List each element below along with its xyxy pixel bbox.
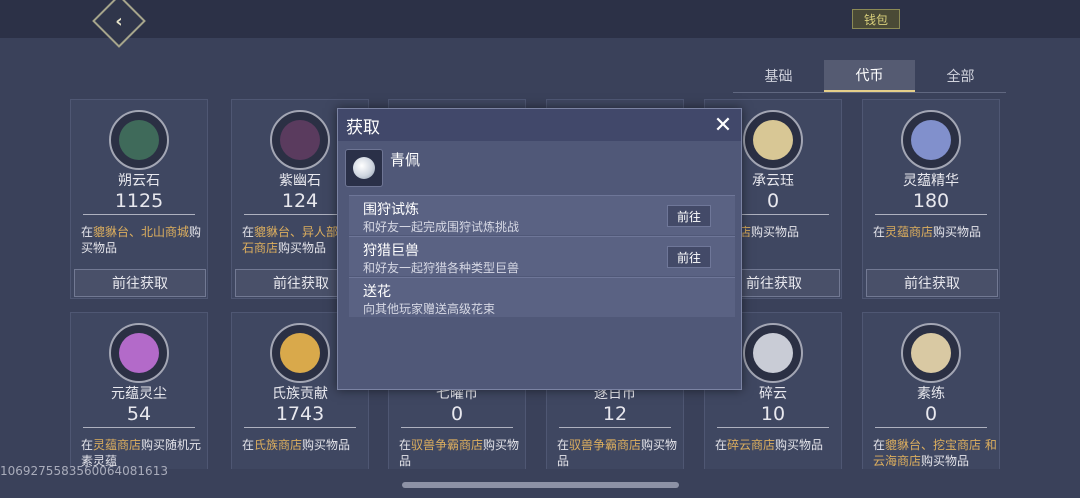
- currency-icon: [109, 110, 169, 170]
- currency-count: 12: [559, 403, 671, 428]
- currency-icon: [109, 323, 169, 383]
- currency-desc: 在貔貅台、挖宝商店 和云海商店购买物品: [873, 438, 997, 468]
- currency-card: 素练 0 在貔貅台、挖宝商店 和云海商店购买物品: [862, 312, 1000, 469]
- currency-desc: 在灵蕴商店购买物品: [873, 225, 982, 239]
- source-desc: 向其他玩家赠送高级花束: [363, 302, 496, 316]
- source-title: 狩猎巨兽: [363, 243, 419, 259]
- wallet-button[interactable]: 钱包: [852, 9, 900, 29]
- currency-icon: [270, 323, 330, 383]
- source-row: 送花 向其他玩家赠送高级花束: [349, 277, 735, 317]
- scroll-indicator[interactable]: [402, 482, 679, 488]
- go-button[interactable]: 前往: [667, 246, 711, 268]
- chevron-left-icon: ‹: [115, 10, 123, 32]
- item-name: 青佩: [390, 151, 421, 169]
- currency-icon: [743, 323, 803, 383]
- currency-count: 1743: [244, 403, 356, 428]
- tab-currency[interactable]: 代币: [824, 60, 915, 92]
- source-row: 围狩试炼 和好友一起完成围狩试炼挑战 前往: [349, 195, 735, 235]
- modal-title: 获取: [346, 117, 380, 138]
- go-button[interactable]: 前往: [667, 205, 711, 227]
- currency-icon: [901, 110, 961, 170]
- obtain-modal: 获取 ✕ 青佩 围狩试炼 和好友一起完成围狩试炼挑战 前往 狩猎巨兽 和好友一起…: [337, 108, 742, 390]
- currency-count: 180: [875, 190, 987, 215]
- source-desc: 和好友一起狩猎各种类型巨兽: [363, 261, 520, 275]
- tab-all[interactable]: 全部: [915, 60, 1006, 92]
- source-row: 狩猎巨兽 和好友一起狩猎各种类型巨兽 前往: [349, 236, 735, 276]
- watermark-text: 1069275583560064081613: [0, 464, 168, 478]
- go-obtain-button[interactable]: 前往获取: [74, 269, 206, 297]
- currency-desc: 在碎云商店购买物品: [715, 438, 824, 452]
- currency-desc: 在驭兽争霸商店购买物品: [557, 438, 678, 468]
- currency-count: 0: [875, 403, 987, 428]
- currency-card: 朔云石 1125 在貔貅台、北山商城购买物品 前往获取: [70, 99, 208, 299]
- source-desc: 和好友一起完成围狩试炼挑战: [363, 220, 520, 234]
- currency-count: 10: [717, 403, 829, 428]
- currency-desc: 在氏族商店购买物品: [242, 438, 351, 452]
- close-icon[interactable]: ✕: [711, 113, 735, 138]
- source-title: 送花: [363, 284, 391, 300]
- back-button[interactable]: ‹: [92, 0, 146, 48]
- currency-card: 元蕴灵尘 54 在灵蕴商店购买随机元素灵蕴: [70, 312, 208, 469]
- source-title: 围狩试炼: [363, 202, 419, 218]
- currency-icon: [901, 323, 961, 383]
- tab-bar: 基础 代币 全部: [733, 60, 1006, 92]
- currency-count: 0: [401, 403, 513, 428]
- go-obtain-button[interactable]: 前往获取: [866, 269, 998, 297]
- currency-icon: [270, 110, 330, 170]
- currency-name: 素练: [917, 386, 945, 402]
- modal-header: 获取: [338, 109, 741, 141]
- currency-card: 灵蕴精华 180 在灵蕴商店购买物品 前往获取: [862, 99, 1000, 299]
- currency-name: 朔云石: [118, 173, 160, 189]
- currency-desc: 在貔貅台、北山商城购买物品: [81, 225, 202, 255]
- currency-count: 1125: [83, 190, 195, 215]
- top-bar: ‹ 钱包: [0, 0, 1080, 48]
- currency-name: 元蕴灵尘: [111, 386, 167, 402]
- currency-desc: 在驭兽争霸商店购买物品: [399, 438, 520, 468]
- currency-icon: [743, 110, 803, 170]
- currency-count: 54: [83, 403, 195, 428]
- currency-name: 灵蕴精华: [903, 173, 959, 189]
- tab-basic[interactable]: 基础: [733, 60, 824, 92]
- jade-pendant-icon: [345, 149, 383, 187]
- tab-divider: [733, 92, 1006, 93]
